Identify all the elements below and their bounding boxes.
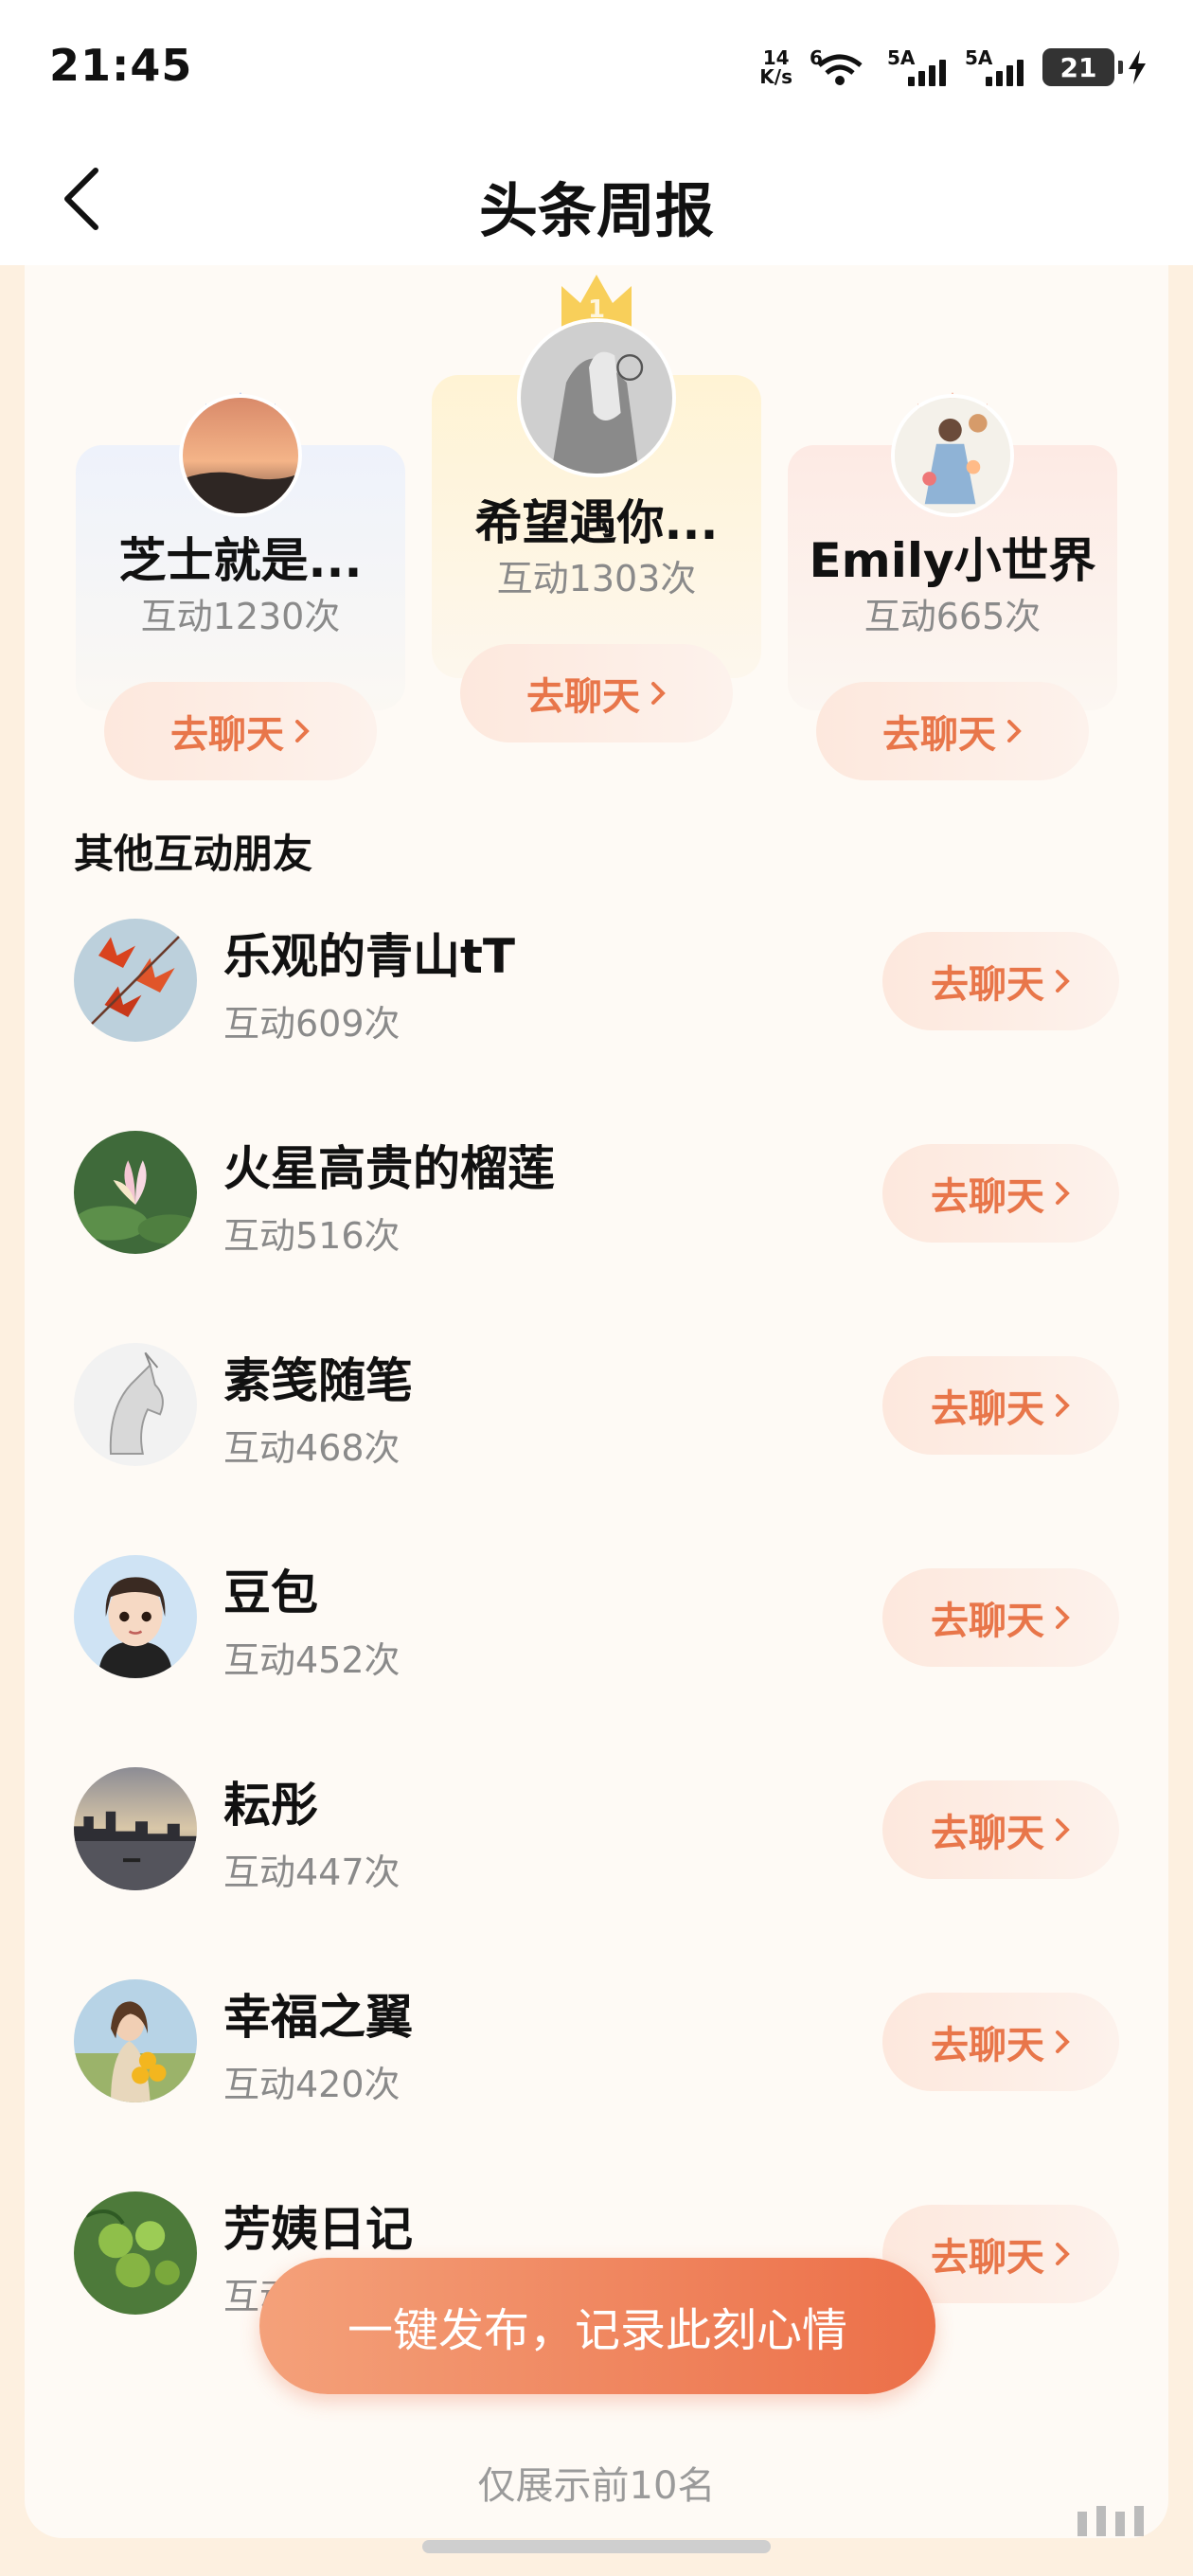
section-title: 其他互动朋友: [74, 831, 313, 877]
interaction-count: 互动609次: [223, 1003, 401, 1045]
friend-name: Emily小世界: [809, 533, 1096, 588]
friend-name: 乐观的青山tT: [223, 929, 516, 984]
avatar[interactable]: [74, 1343, 197, 1466]
avatar[interactable]: [74, 2191, 197, 2315]
friend-name: 芳姨日记: [223, 2202, 413, 2257]
wifi-icon: 6: [810, 46, 870, 88]
chat-button[interactable]: 去聊天: [882, 1568, 1119, 1667]
chat-button[interactable]: 去聊天: [882, 1993, 1119, 2091]
home-indicator[interactable]: [422, 2540, 771, 2553]
avatar[interactable]: [74, 1131, 197, 1254]
publish-button[interactable]: 一键发布，记录此刻心情: [259, 2258, 935, 2394]
list-item: 幸福之翼 互动420次 去聊天: [25, 1979, 1168, 2191]
chevron-right-icon: [1007, 720, 1022, 742]
interaction-count: 互动516次: [223, 1215, 401, 1257]
list-item: 乐观的青山tT 互动609次 去聊天: [25, 919, 1168, 1131]
signal-icon-sim2: 5A: [965, 46, 1025, 88]
chevron-right-icon: [1056, 2030, 1070, 2053]
footnote: 仅展示前10名: [477, 2464, 716, 2508]
list-item: 耘彤 互动447次 去聊天: [25, 1767, 1168, 1979]
chat-button[interactable]: 去聊天: [816, 682, 1089, 780]
interaction-count: 互动1230次: [140, 596, 341, 637]
avatar[interactable]: [74, 1979, 197, 2102]
clock: 21:45: [49, 40, 193, 91]
avatar[interactable]: [74, 1555, 197, 1678]
avatar[interactable]: [517, 318, 676, 477]
avatar[interactable]: [74, 919, 197, 1042]
top-friend-rank-1: 1 希望遇你... 互动1303次 去聊天: [432, 271, 761, 763]
friend-name: 幸福之翼: [223, 1990, 413, 2045]
avatar[interactable]: [891, 394, 1014, 517]
chevron-right-icon: [1056, 1182, 1070, 1205]
top-friend-rank-3: 3 Emily小世界 互动665次 去聊天: [788, 303, 1117, 796]
friend-name: 耘彤: [223, 1778, 318, 1833]
list-item: 火星高贵的榴莲 互动516次 去聊天: [25, 1131, 1168, 1343]
report-card: 2 芝士就是... 互动1230次 去聊天 1: [25, 265, 1168, 2538]
network-speed: 14 K/s: [759, 46, 792, 88]
chat-button[interactable]: 去聊天: [104, 682, 377, 780]
friend-name: 芝士就是...: [118, 533, 363, 588]
interaction-count: 互动452次: [223, 1639, 401, 1681]
page-title: 头条周报: [478, 176, 714, 245]
chevron-right-icon: [651, 682, 666, 705]
list-item: 素笺随笔 互动468次 去聊天: [25, 1343, 1168, 1555]
nav-header: 头条周报: [0, 133, 1193, 265]
chevron-right-icon: [1056, 970, 1070, 993]
interaction-count: 互动665次: [864, 596, 1042, 637]
interaction-count: 互动1303次: [496, 558, 697, 599]
avatar[interactable]: [74, 1767, 197, 1890]
status-bar: 21:45 14 K/s 6 5A 5A 21: [0, 0, 1193, 133]
friend-name: 素笺随笔: [223, 1353, 413, 1408]
chat-button[interactable]: 去聊天: [882, 1144, 1119, 1243]
watermark: [1077, 2506, 1144, 2536]
top-friend-rank-2: 2 芝士就是... 互动1230次 去聊天: [76, 303, 405, 796]
chat-button[interactable]: 去聊天: [882, 1780, 1119, 1879]
avatar[interactable]: [179, 394, 302, 517]
interaction-count: 互动468次: [223, 1427, 401, 1469]
chevron-right-icon: [1056, 1606, 1070, 1629]
chevron-right-icon: [1056, 1818, 1070, 1841]
chevron-right-icon: [1056, 1394, 1070, 1417]
interaction-count: 互动447次: [223, 1852, 401, 1893]
friend-name: 豆包: [223, 1565, 318, 1620]
friend-name: 火星高贵的榴莲: [223, 1141, 555, 1196]
charging-icon: [1129, 50, 1146, 84]
list-item: 豆包 互动452次 去聊天: [25, 1555, 1168, 1767]
friend-name: 希望遇你...: [474, 495, 719, 550]
chat-button[interactable]: 去聊天: [882, 932, 1119, 1030]
chevron-right-icon: [295, 720, 310, 742]
signal-icon-sim1: 5A: [887, 46, 948, 88]
chevron-right-icon: [1056, 2243, 1070, 2265]
chat-button[interactable]: 去聊天: [460, 644, 733, 742]
status-icons: 14 K/s 6 5A 5A 21: [759, 44, 1148, 91]
chat-button[interactable]: 去聊天: [882, 1356, 1119, 1455]
interaction-count: 互动420次: [223, 2064, 401, 2105]
battery-icon: 21: [1042, 48, 1148, 86]
